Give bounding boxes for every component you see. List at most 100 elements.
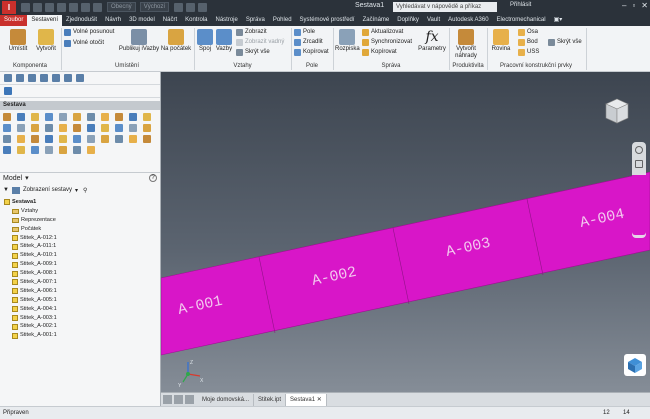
bom-button[interactable]: Rozpiska (335, 29, 360, 53)
tab-3d-model[interactable]: 3D model (125, 15, 159, 26)
palette-tool-icon[interactable] (45, 135, 53, 143)
tree-item[interactable]: Stitek_A-010:1 (0, 251, 160, 260)
tab-electromechanical[interactable]: Electromechanical (493, 15, 550, 26)
tree-item[interactable]: Stitek_A-002:1 (0, 322, 160, 331)
palette-tool-icon[interactable] (101, 124, 109, 132)
properties-icon[interactable] (76, 74, 84, 82)
tree-item[interactable]: Stitek_A-009:1 (0, 260, 160, 269)
palette-tool-icon[interactable] (45, 113, 53, 121)
hide-all-work-button[interactable]: Skrýt vše (548, 38, 582, 46)
joint-button[interactable]: Spoj (196, 29, 214, 53)
app-logo-icon[interactable]: I (2, 0, 16, 14)
palette-tool-icon[interactable] (129, 113, 137, 121)
navigation-bar[interactable] (632, 142, 646, 238)
tree-item[interactable]: Stitek_A-005:1 (0, 296, 160, 305)
material-combo[interactable]: Obecný (107, 2, 136, 12)
tree-item[interactable]: Stitek_A-003:1 (0, 314, 160, 323)
palette-tool-icon[interactable] (143, 113, 151, 121)
palette-tool-icon[interactable] (73, 113, 81, 121)
graphics-window[interactable]: A-001 A-002 A-003 A-004 Z X Y (161, 72, 650, 392)
publish-button[interactable]: Publikuj iVazby (118, 29, 160, 53)
undo-icon[interactable] (40, 74, 48, 82)
palette-tool-icon[interactable] (17, 146, 25, 154)
new-icon[interactable] (4, 74, 12, 82)
model-title[interactable]: Model (3, 175, 22, 182)
tab-assemble[interactable]: Sestavení (27, 15, 63, 26)
open-icon[interactable] (33, 2, 42, 12)
palette-tool-icon[interactable] (143, 135, 151, 143)
palette-tool-icon[interactable] (3, 124, 11, 132)
copy-design-button[interactable]: Kopírovat (362, 48, 397, 56)
palette-tool-icon[interactable] (17, 113, 25, 121)
tab-get-started[interactable]: Začínáme (359, 15, 394, 26)
new-icon[interactable] (21, 2, 30, 12)
palette-tool-icon[interactable] (73, 124, 81, 132)
tab-environments[interactable]: Systémové prostředí (296, 15, 359, 26)
palette-tool-icon[interactable] (87, 135, 95, 143)
tree-item[interactable]: Reprezentace (0, 216, 160, 225)
save-icon[interactable] (45, 2, 54, 12)
tree-item[interactable]: Počátek (0, 225, 160, 234)
pan-icon[interactable] (635, 160, 643, 168)
synchronize-button[interactable]: Synchronizovat (362, 38, 412, 46)
open-icon[interactable] (16, 74, 24, 82)
return-icon[interactable] (64, 74, 72, 82)
palette-tool-icon[interactable] (87, 146, 95, 154)
palette-tool-icon[interactable] (115, 124, 123, 132)
tree-item[interactable]: Stitek_A-007:1 (0, 278, 160, 287)
tree-item[interactable]: Stitek_A-008:1 (0, 269, 160, 278)
palette-tool-icon[interactable] (59, 113, 67, 121)
palette-tool-icon[interactable] (3, 135, 11, 143)
close-tab-icon[interactable]: ✕ (317, 397, 322, 403)
hide-all-button[interactable]: Skrýt vše (236, 48, 270, 56)
axis-button[interactable]: Osa (518, 28, 538, 36)
redo-icon[interactable] (52, 74, 60, 82)
pattern-button[interactable]: Pole (294, 28, 315, 36)
palette-tool-icon[interactable] (129, 124, 137, 132)
chevron-down-icon[interactable]: ▾ (75, 187, 78, 194)
tree-item[interactable]: Stitek_A-012:1 (0, 234, 160, 243)
show-sick-button[interactable]: Zobrazit vadný (236, 38, 284, 46)
create-button[interactable]: Vytvořit (33, 29, 59, 53)
sign-in-link[interactable]: Přihlásit (510, 2, 531, 8)
free-rotate-button[interactable]: Volné otočit (64, 39, 104, 47)
full-navigation-wheel-icon[interactable] (635, 146, 643, 154)
tab-simplify[interactable]: Zjednodušit (62, 15, 101, 26)
free-move-button[interactable]: Volné posunout (64, 28, 114, 36)
doc-tab-home[interactable]: Moje domovská... (198, 393, 255, 406)
palette-tool-icon[interactable] (87, 124, 95, 132)
palette-tool-icon[interactable] (73, 146, 81, 154)
tab-scroll-left-icon[interactable] (163, 395, 172, 404)
show-button[interactable]: Zobrazit (236, 28, 267, 36)
palette-tool-icon[interactable] (115, 113, 123, 121)
tab-file[interactable]: Soubor (0, 15, 28, 26)
palette-tool-icon[interactable] (115, 135, 123, 143)
create-substitute-button[interactable]: Vytvořit náhrady (451, 29, 481, 60)
palette-tool-icon[interactable] (31, 135, 39, 143)
palette-tool-icon[interactable] (17, 124, 25, 132)
palette-tool-icon[interactable] (101, 135, 109, 143)
mirror-button[interactable]: Zrcadlit (294, 38, 323, 46)
home-view-icon[interactable] (624, 354, 646, 376)
tab-view[interactable]: Pohled (269, 15, 296, 26)
tab-addins[interactable]: Doplňky (393, 15, 423, 26)
palette-tool-icon[interactable] (31, 146, 39, 154)
ucs-button[interactable]: USS (518, 48, 539, 56)
tab-vault[interactable]: Vault (423, 15, 444, 26)
move-icon[interactable] (198, 2, 208, 12)
plane-button[interactable]: Rovina (489, 29, 513, 53)
tab-list-icon[interactable] (185, 395, 194, 404)
maximize-icon[interactable]: ▫ (632, 1, 635, 10)
tab-scroll-right-icon[interactable] (174, 395, 183, 404)
palette-tool-icon[interactable] (73, 135, 81, 143)
tree-item[interactable]: Stitek_A-004:1 (0, 305, 160, 314)
tab-inspect[interactable]: Kontrola (181, 15, 211, 26)
update-button[interactable]: Aktualizovat (362, 28, 403, 36)
close-icon[interactable]: ✕ (641, 1, 648, 10)
constrain-button[interactable]: Vazby (214, 29, 234, 53)
help-icon[interactable]: ? (149, 174, 157, 182)
doc-tab-assembly[interactable]: Sestava1 ✕ (286, 393, 327, 406)
palette-tool-icon[interactable] (3, 146, 11, 154)
tab-design[interactable]: Návrh (101, 15, 125, 26)
tree-item[interactable]: Stitek_A-001:1 (0, 331, 160, 340)
